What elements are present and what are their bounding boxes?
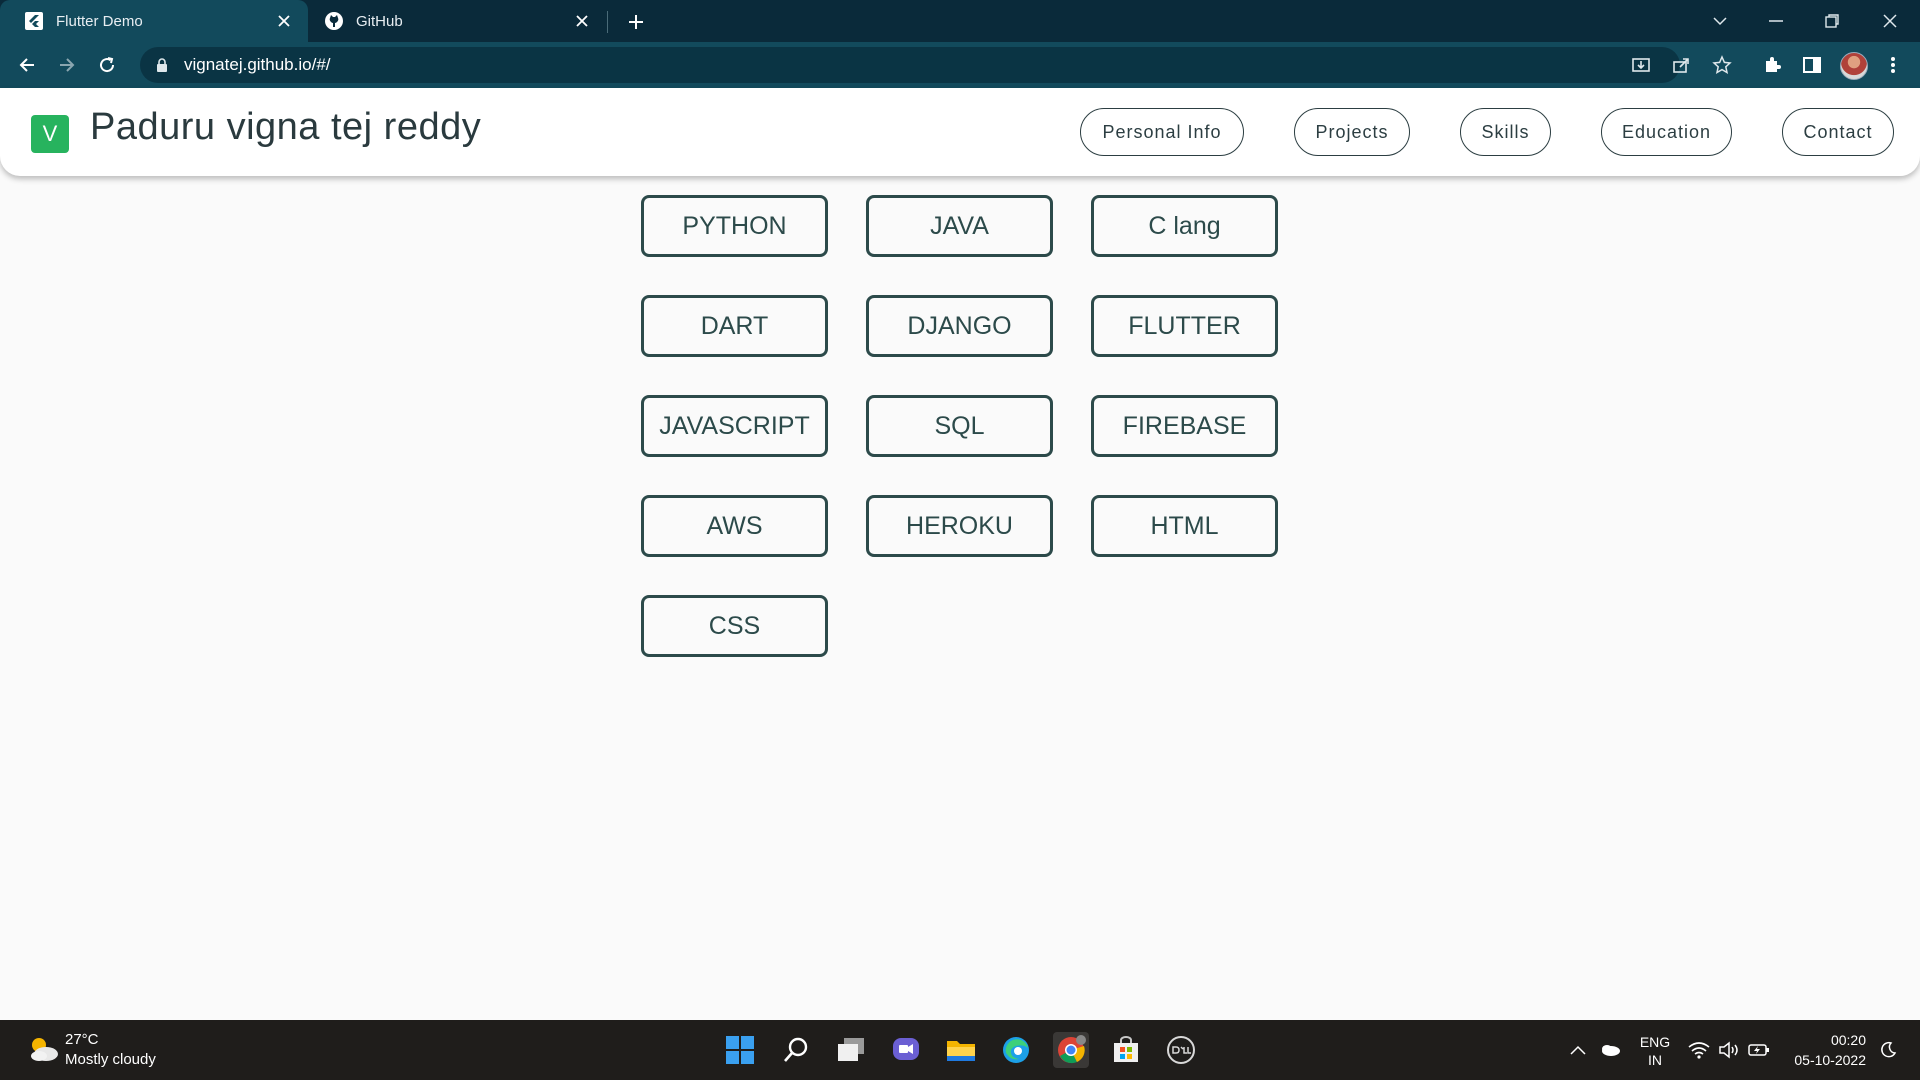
onedrive-cloud-icon[interactable]	[1598, 1038, 1622, 1062]
language-code: ENG	[1639, 1034, 1671, 1050]
nav-contact-button[interactable]: Contact	[1782, 108, 1894, 156]
minimize-icon[interactable]	[1748, 0, 1804, 42]
new-tab-button[interactable]	[622, 8, 650, 36]
back-button[interactable]	[11, 49, 43, 81]
wifi-icon[interactable]	[1687, 1038, 1711, 1062]
nav-projects-button[interactable]: Projects	[1294, 108, 1410, 156]
file-explorer-icon[interactable]	[943, 1032, 979, 1068]
weather-temperature: 27°C	[65, 1031, 99, 1048]
browser-tab-strip: Flutter Demo GitHub	[0, 0, 1920, 42]
browser-toolbar: vignatej.github.io/#/	[0, 42, 1920, 88]
skill-chip[interactable]: FLUTTER	[1091, 295, 1278, 357]
nav-personal-info-button[interactable]: Personal Info	[1080, 108, 1244, 156]
menu-kebab-icon[interactable]	[1878, 50, 1908, 80]
flutter-icon	[24, 11, 44, 31]
nav-education-button[interactable]: Education	[1601, 108, 1732, 156]
page-title: Paduru vigna tej reddy	[90, 106, 482, 148]
tab-flutter-demo[interactable]: Flutter Demo	[0, 0, 308, 42]
restore-icon[interactable]	[1804, 0, 1860, 42]
clock-date: 05-10-2022	[1794, 1052, 1866, 1068]
skill-chip[interactable]: FIREBASE	[1091, 395, 1278, 457]
skill-chip[interactable]: JAVASCRIPT	[641, 395, 828, 457]
task-view-icon[interactable]	[833, 1032, 869, 1068]
extensions-icon[interactable]	[1757, 50, 1787, 80]
install-app-icon[interactable]	[1626, 50, 1656, 80]
skill-chip[interactable]: SQL	[866, 395, 1053, 457]
close-tab-icon[interactable]	[572, 11, 592, 31]
reload-button[interactable]	[91, 49, 123, 81]
tab-title: Flutter Demo	[56, 12, 143, 30]
chevron-up-icon[interactable]	[1566, 1038, 1590, 1062]
skill-chip[interactable]: C lang	[1091, 195, 1278, 257]
side-panel-icon[interactable]	[1797, 50, 1827, 80]
bookmark-star-icon[interactable]	[1707, 50, 1737, 80]
address-bar[interactable]: vignatej.github.io/#/	[140, 47, 1680, 83]
volume-icon[interactable]	[1717, 1038, 1741, 1062]
battery-charging-icon[interactable]	[1747, 1038, 1771, 1062]
skill-chip[interactable]: AWS	[641, 495, 828, 557]
windows-taskbar: 27°C Mostly cloudy ENG IN 00:20 05-10-20…	[0, 1020, 1920, 1080]
search-icon[interactable]	[778, 1032, 814, 1068]
skill-chip[interactable]: DJANGO	[866, 295, 1053, 357]
github-icon	[324, 11, 344, 31]
teams-chat-icon[interactable]	[888, 1032, 924, 1068]
chrome-icon[interactable]	[1053, 1032, 1089, 1068]
app-header: V Paduru vigna tej reddy Personal Info P…	[0, 88, 1920, 176]
nav-skills-button[interactable]: Skills	[1460, 108, 1551, 156]
weather-cloudy-icon[interactable]	[26, 1034, 60, 1064]
skill-chip[interactable]: CSS	[641, 595, 828, 657]
window-close-icon[interactable]	[1862, 0, 1918, 42]
tab-title: GitHub	[356, 12, 403, 30]
close-tab-icon[interactable]	[274, 11, 294, 31]
edge-browser-icon[interactable]	[998, 1032, 1034, 1068]
tab-search-icon[interactable]	[1692, 0, 1748, 42]
windows-start-icon[interactable]	[722, 1032, 758, 1068]
profile-avatar[interactable]	[1840, 52, 1868, 80]
language-indicator[interactable]: ENG IN	[1638, 1033, 1672, 1069]
clock-time: 00:20	[1830, 1032, 1866, 1048]
dell-icon[interactable]	[1163, 1032, 1199, 1068]
skill-chip[interactable]: HTML	[1091, 495, 1278, 557]
tab-separator	[607, 11, 608, 33]
microsoft-store-icon[interactable]	[1108, 1032, 1144, 1068]
logo: V	[31, 115, 69, 153]
skill-chip[interactable]: HEROKU	[866, 495, 1053, 557]
focus-moon-icon[interactable]	[1876, 1038, 1900, 1062]
skill-chip[interactable]: DART	[641, 295, 828, 357]
forward-button[interactable]	[51, 49, 83, 81]
tab-github[interactable]: GitHub	[300, 0, 606, 42]
skill-chip[interactable]: PYTHON	[641, 195, 828, 257]
lock-icon[interactable]	[152, 55, 172, 75]
share-icon[interactable]	[1666, 50, 1696, 80]
system-clock[interactable]: 00:20 05-10-2022	[1780, 1030, 1866, 1070]
region-code: IN	[1648, 1052, 1662, 1068]
skill-chip[interactable]: JAVA	[866, 195, 1053, 257]
weather-description: Mostly cloudy	[65, 1051, 156, 1068]
url-text: vignatej.github.io/#/	[184, 55, 331, 74]
